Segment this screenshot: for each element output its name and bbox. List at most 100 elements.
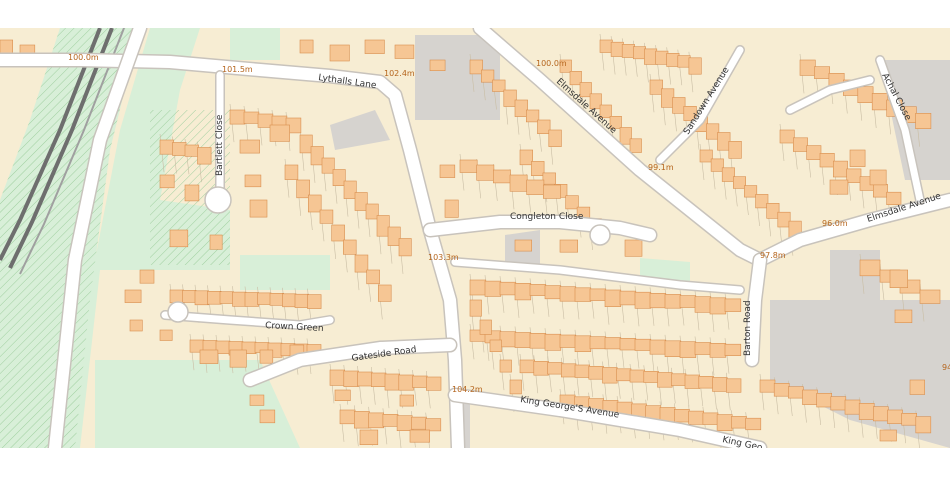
building-162: [901, 412, 918, 426]
building-118: [679, 341, 697, 358]
building-45: [660, 88, 675, 108]
label-congleton-close: Congleton Close: [510, 212, 584, 222]
building-193: [425, 376, 442, 391]
building-171: [257, 292, 272, 305]
building-101: [694, 296, 712, 313]
building-91: [544, 285, 562, 300]
building-211: [476, 164, 495, 181]
building-23: [514, 99, 528, 117]
building-187: [343, 370, 359, 387]
house-14: [239, 139, 260, 154]
house-12: [244, 174, 262, 188]
building-148: [702, 412, 719, 425]
building-0: [299, 134, 313, 154]
house-21: [444, 199, 459, 218]
building-119: [694, 342, 712, 355]
spot-height-10: 94: [942, 363, 950, 372]
house-33: [299, 39, 314, 54]
spot-height-3: 102.4m: [384, 69, 415, 78]
building-203: [184, 144, 199, 157]
building-196: [368, 412, 385, 429]
building-58: [766, 203, 780, 219]
house-23: [559, 239, 579, 253]
building-71: [814, 66, 831, 79]
building-43: [688, 57, 702, 75]
building-80: [531, 161, 545, 176]
building-109: [544, 333, 562, 351]
building-88: [499, 281, 517, 296]
building-53: [710, 158, 724, 172]
spot-height-6: 96.0m: [822, 219, 848, 228]
building-194: [339, 409, 356, 425]
building-117: [664, 340, 682, 357]
map-canvas[interactable]: Lythalls Lane Bartlett Close Crown Green…: [0, 0, 950, 480]
building-125: [560, 363, 577, 378]
building-74: [857, 86, 874, 103]
building-21: [492, 79, 506, 92]
building-83: [565, 195, 579, 210]
building-200: [425, 418, 442, 432]
building-110: [559, 334, 577, 348]
building-204: [197, 147, 212, 165]
green-patch-north: [230, 28, 280, 60]
house-10: [159, 174, 175, 189]
building-39: [644, 48, 658, 65]
building-38: [632, 46, 646, 60]
green-patch-crown: [240, 255, 330, 290]
building-199: [411, 416, 427, 430]
building-191: [398, 374, 414, 391]
building-15: [342, 239, 357, 255]
building-188: [357, 371, 373, 387]
building-89: [514, 282, 532, 301]
building-108: [529, 332, 547, 349]
building-213: [509, 174, 528, 192]
building-90: [529, 284, 547, 296]
house-2: [159, 329, 173, 341]
house-9: [209, 234, 223, 250]
building-25: [537, 119, 551, 134]
building-214: [526, 179, 545, 195]
building-1: [310, 146, 324, 166]
building-156: [816, 392, 833, 408]
building-4: [343, 180, 357, 199]
building-94: [589, 288, 607, 301]
spot-height-7: 97.8m: [760, 251, 786, 260]
building-34: [629, 138, 642, 153]
building-124: [547, 362, 563, 375]
building-137: [725, 378, 742, 393]
map-view[interactable]: Lythalls Lane Bartlett Close Crown Green…: [0, 0, 950, 480]
building-122: [519, 359, 535, 374]
building-107: [514, 332, 532, 348]
building-62: [792, 137, 808, 152]
house-8: [169, 229, 189, 248]
house-40: [259, 409, 276, 424]
building-36: [610, 41, 624, 57]
building-9: [398, 238, 412, 257]
building-59: [777, 211, 791, 228]
house-20: [439, 164, 456, 178]
building-99: [664, 294, 682, 309]
building-68: [872, 184, 888, 198]
building-113: [604, 337, 622, 350]
building-169: [232, 291, 247, 307]
building-189: [370, 372, 387, 387]
building-210: [459, 159, 478, 173]
turning-circle-crown: [167, 301, 189, 323]
building-2: [321, 157, 335, 174]
building-216: [859, 259, 881, 277]
building-18: [377, 284, 392, 302]
building-61: [779, 129, 795, 144]
building-129: [615, 368, 632, 382]
building-95: [604, 289, 622, 308]
building-222: [489, 339, 502, 352]
building-223: [499, 359, 512, 373]
building-120: [709, 342, 727, 358]
building-195: [353, 411, 370, 429]
building-160: [872, 406, 889, 422]
house-22: [624, 239, 643, 257]
house-39: [249, 394, 265, 406]
building-151: [745, 417, 762, 431]
building-10: [284, 164, 299, 180]
building-96: [619, 290, 637, 306]
building-66: [846, 168, 862, 183]
